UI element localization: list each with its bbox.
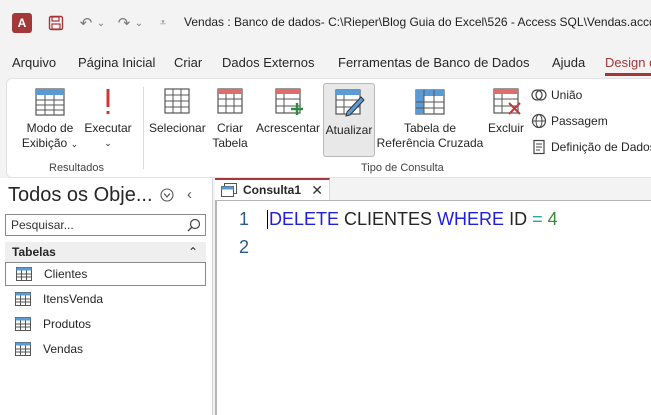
- union-button[interactable]: União: [531, 85, 582, 105]
- sql-identifier: CLIENTES: [339, 209, 438, 229]
- save-icon[interactable]: [46, 12, 66, 34]
- exclamation-icon: [106, 89, 110, 114]
- nav-item-itensvenda[interactable]: ItensVenda: [5, 287, 206, 311]
- customize-toolbar-icon[interactable]: ⩡: [156, 12, 170, 34]
- table-icon: [15, 317, 31, 331]
- close-icon[interactable]: ✕: [311, 182, 323, 199]
- nav-item-produtos[interactable]: Produtos: [5, 312, 206, 336]
- delete-query-button[interactable]: Excluir: [485, 85, 527, 157]
- data-definition-button[interactable]: Definição de Dados: [531, 137, 651, 157]
- tab-consulta1[interactable]: Consulta1 ✕: [215, 178, 330, 200]
- tab-ferramentas[interactable]: Ferramentas de Banco de Dados: [338, 55, 530, 70]
- globe-icon: [531, 113, 547, 129]
- tab-dados-externos[interactable]: Dados Externos: [222, 55, 315, 70]
- redo-dropdown-icon[interactable]: ⌄: [134, 12, 144, 34]
- line-number: 1: [239, 209, 250, 229]
- crosstab-button[interactable]: Tabela de Referência Cruzada: [375, 85, 485, 157]
- query-icon: [221, 183, 237, 197]
- tab-ajuda[interactable]: Ajuda: [552, 55, 585, 70]
- append-button[interactable]: Acrescentar: [255, 85, 321, 157]
- select-query-button[interactable]: Selecionar: [149, 85, 206, 157]
- update-button[interactable]: Atualizar: [323, 83, 375, 157]
- view-dropdown-icon: ⌄: [70, 139, 79, 149]
- line-number: 2: [239, 237, 250, 257]
- redo-icon[interactable]: ↷: [114, 12, 134, 34]
- ribbon-separator: [143, 87, 144, 169]
- window-title: Vendas : Banco de dados- C:\Rieper\Blog …: [184, 15, 651, 29]
- document-tab-strip: Consulta1 ✕: [215, 178, 651, 200]
- undo-dropdown-icon[interactable]: ⌄: [96, 12, 106, 34]
- passthrough-button[interactable]: Passagem: [531, 111, 608, 131]
- tab-pagina-inicial[interactable]: Página Inicial: [78, 55, 155, 70]
- navigation-pane: Todos os Obje... ‹ Tabelas ⌃ Clientes It…: [0, 178, 213, 415]
- ribbon-tabs: Arquivo Página Inicial Criar Dados Exter…: [0, 50, 651, 76]
- table-icon: [15, 292, 31, 306]
- append-icon: [275, 88, 303, 115]
- undo-icon[interactable]: ↶: [76, 12, 96, 34]
- nav-pane-title[interactable]: Todos os Obje...: [8, 184, 153, 207]
- group-label-query-type: Tipo de Consulta: [361, 162, 444, 174]
- sql-operator: =: [532, 209, 543, 229]
- nav-item-clientes[interactable]: Clientes: [5, 262, 206, 286]
- select-query-icon: [164, 88, 190, 114]
- view-button[interactable]: Modo de Exibição ⌄: [21, 85, 79, 157]
- sql-keyword: DELETE: [269, 209, 340, 229]
- union-icon: [531, 89, 547, 101]
- group-label-results: Resultados: [49, 162, 105, 174]
- code-line[interactable]: 1 DELETE CLIENTES WHERE ID = 4: [217, 207, 651, 231]
- tab-criar[interactable]: Criar: [174, 55, 202, 70]
- access-app-icon[interactable]: A: [12, 13, 32, 33]
- run-dropdown-icon: ⌄: [104, 138, 112, 148]
- chevron-up-icon: ⌃: [187, 245, 198, 259]
- code-line[interactable]: 2: [217, 235, 651, 259]
- datasheet-view-icon: [35, 88, 65, 116]
- tab-arquivo[interactable]: Arquivo: [12, 55, 56, 70]
- update-pencil-icon: [335, 89, 365, 117]
- nav-item-vendas[interactable]: Vendas: [5, 337, 206, 361]
- sql-editor[interactable]: 1 DELETE CLIENTES WHERE ID = 4 2: [215, 200, 651, 415]
- sql-keyword: WHERE: [437, 209, 505, 229]
- delete-query-icon: [493, 88, 521, 115]
- make-table-icon: [217, 88, 243, 114]
- data-definition-icon: [533, 139, 545, 155]
- title-bar: A ↶ ⌄ ↷ ⌄ ⩡ Vendas : Banco de dados- C:\…: [0, 0, 651, 46]
- nav-search-box: [5, 214, 206, 236]
- ribbon-panel: Modo de Exibição ⌄ Executar ⌄ Resultados…: [6, 78, 651, 178]
- sql-identifier: ID: [504, 209, 533, 229]
- run-button[interactable]: Executar ⌄: [83, 85, 133, 157]
- search-icon[interactable]: [187, 218, 201, 235]
- nav-section-tables[interactable]: Tabelas ⌃: [5, 242, 206, 262]
- sql-number: 4: [542, 209, 558, 229]
- make-table-button[interactable]: Criar Tabela: [207, 85, 253, 157]
- text-caret: [267, 210, 268, 229]
- nav-search-input[interactable]: [6, 215, 181, 235]
- crosstab-icon: [415, 89, 445, 115]
- table-icon: [15, 342, 31, 356]
- collapse-pane-icon[interactable]: ‹: [187, 186, 192, 203]
- code-text: DELETE CLIENTES WHERE ID = 4: [269, 207, 558, 231]
- table-icon: [16, 267, 32, 281]
- nav-menu-dropdown-icon[interactable]: [160, 188, 174, 205]
- tab-design[interactable]: Design d: [605, 55, 651, 76]
